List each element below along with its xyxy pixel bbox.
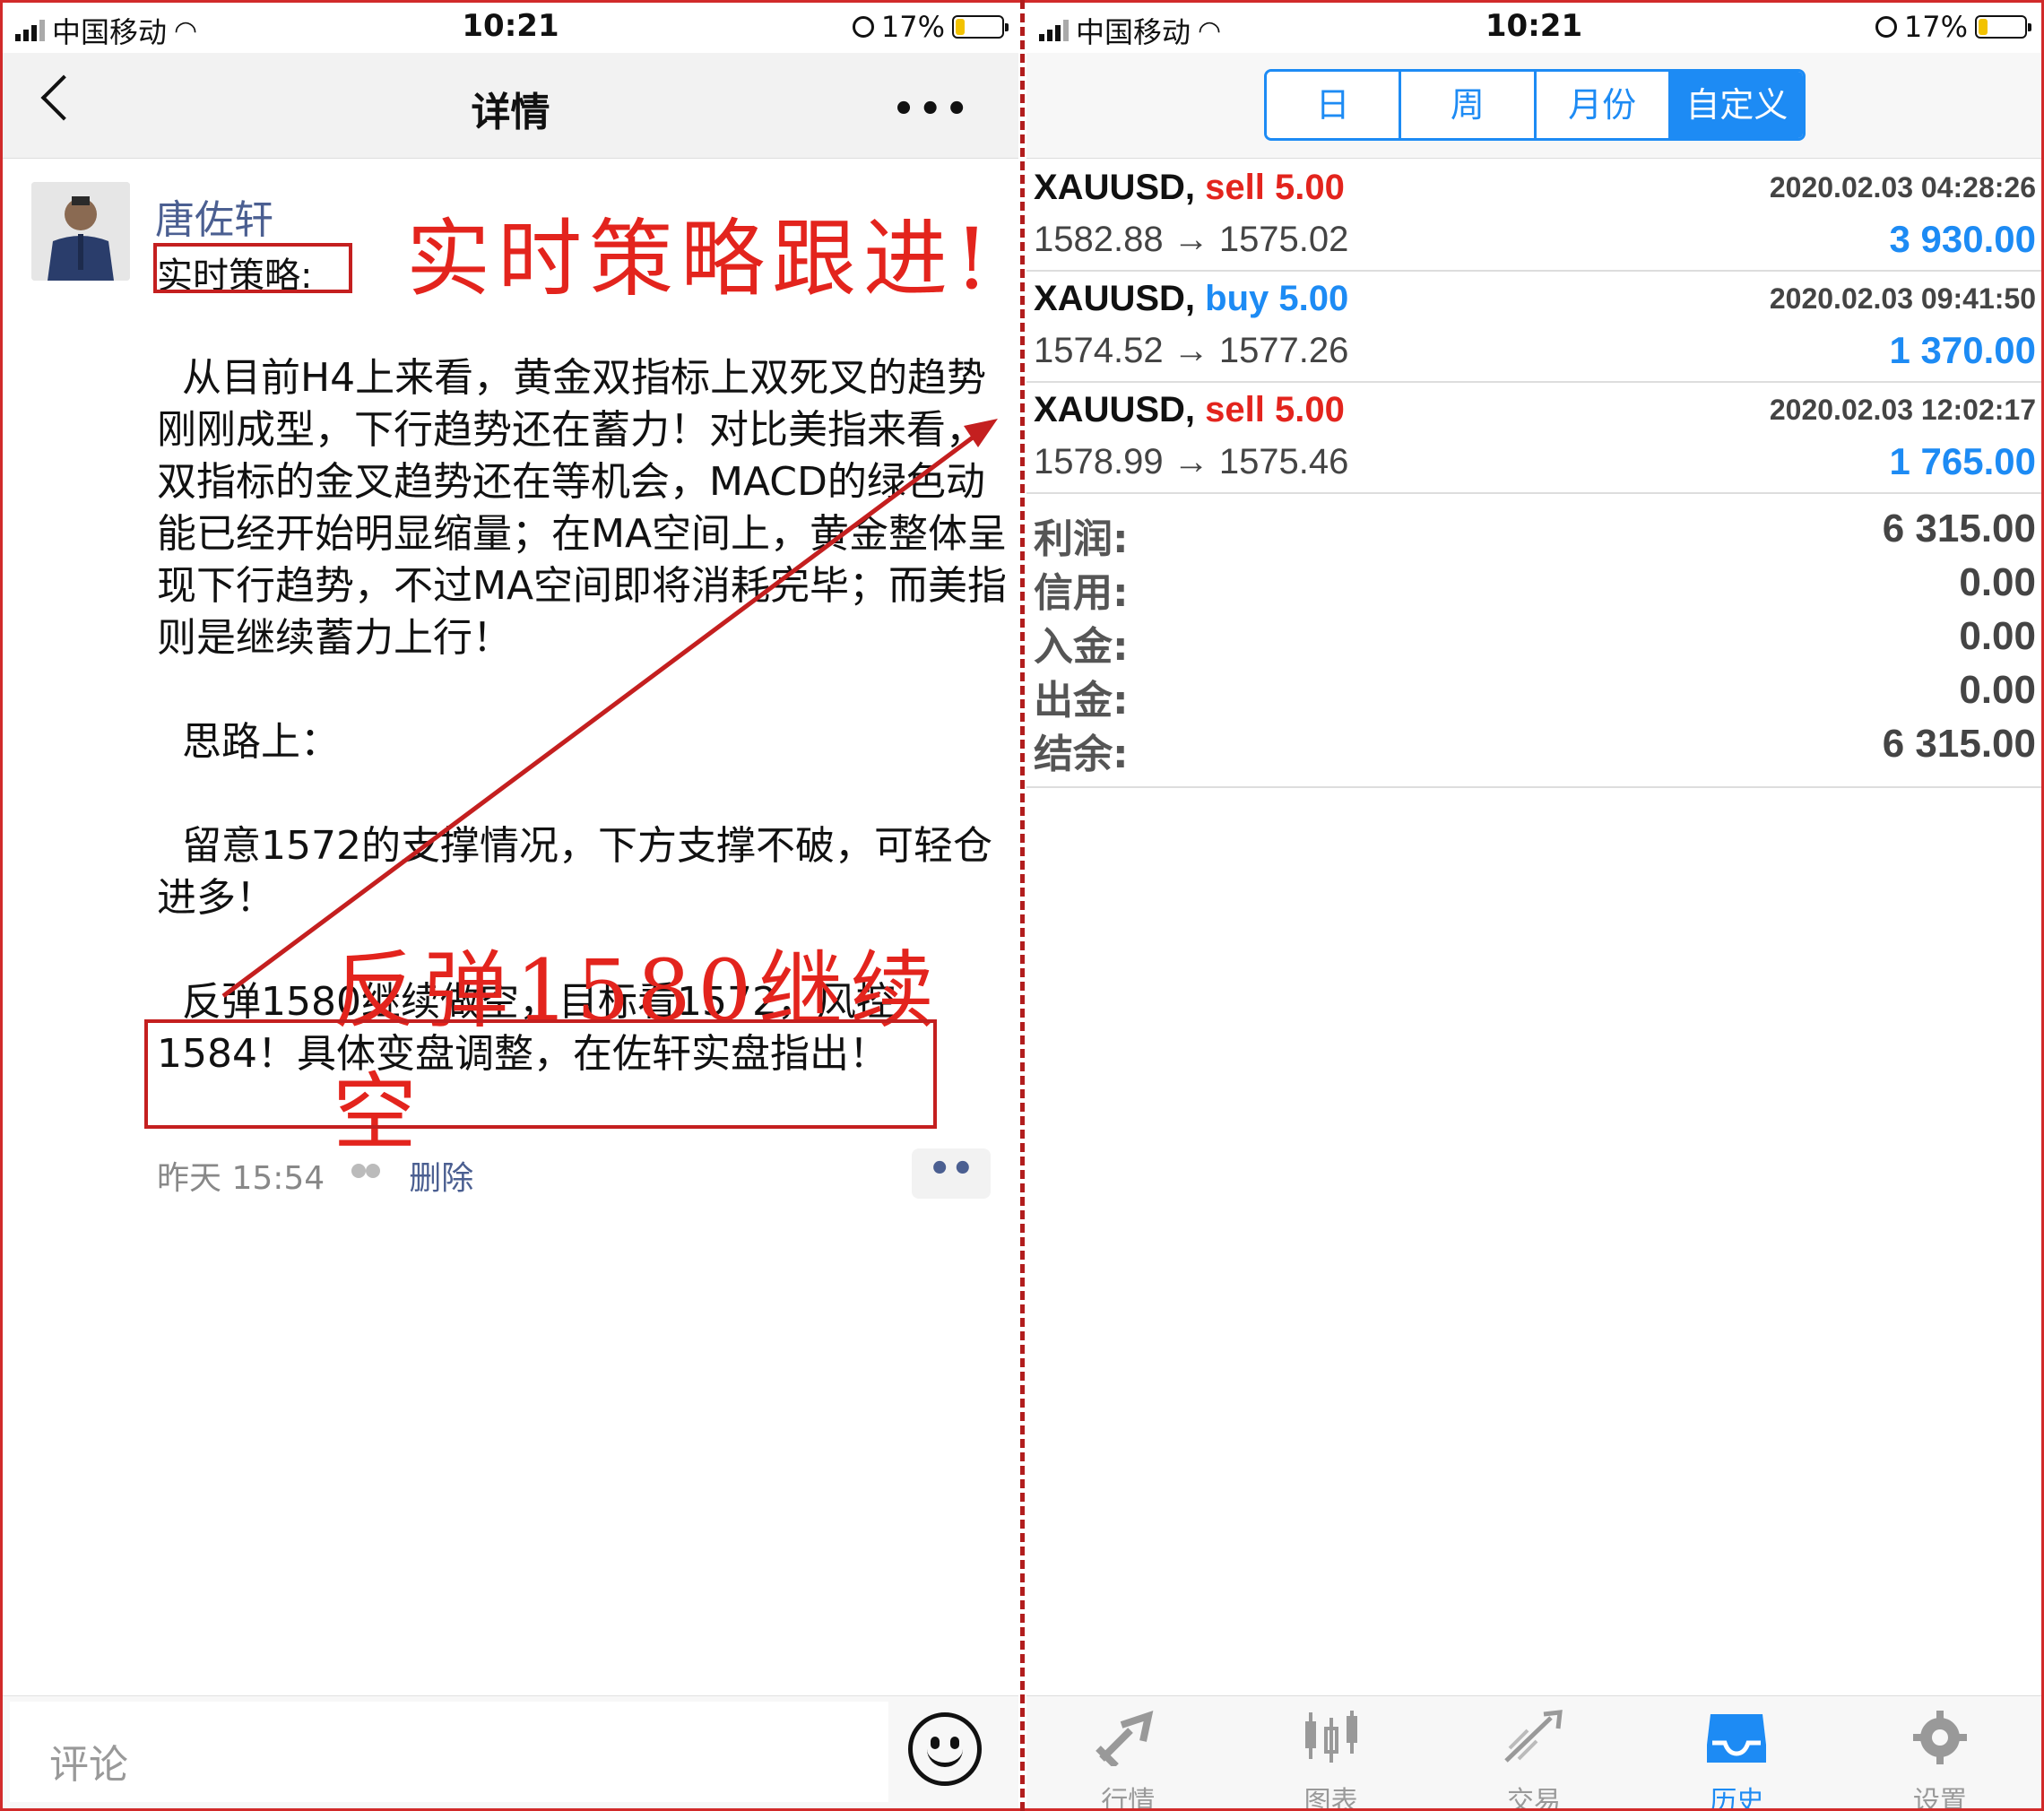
trade-row[interactable]: XAUUSD, sell 5.00 2020.02.03 04:28:26 15… xyxy=(1026,160,2041,272)
post-paragraph: 思路上： xyxy=(157,719,340,765)
chart-icon xyxy=(1304,1711,1357,1763)
segment-custom[interactable]: 自定义 xyxy=(1670,72,1803,138)
battery-icon xyxy=(952,15,1009,39)
post-paragraph: 从目前H4上来看，黄金双指标上双死叉的趋势刚刚成型，下行趋势还在蓄力！对比美指来… xyxy=(157,355,1008,661)
trade-profit: 3 930.00 xyxy=(1889,218,2037,260)
status-bar: 中国移动 ◠ 10:21 17% xyxy=(3,3,1018,53)
tab-settings[interactable]: 设置 xyxy=(1839,1696,2041,1808)
comment-input[interactable]: 评论 xyxy=(10,1702,888,1802)
like-comment-button[interactable]: •• xyxy=(912,1148,991,1199)
trade-date: 2020.02.03 12:02:17 xyxy=(1769,394,2036,426)
tab-quotes[interactable]: 行情 xyxy=(1026,1696,1229,1808)
emoji-icon[interactable] xyxy=(908,1712,982,1786)
trade-prices: 1578.99 → 1575.46 xyxy=(1034,442,1349,481)
trade-icon xyxy=(1504,1710,1563,1763)
summary-row-balance: 结余: 6 315.00 xyxy=(1034,722,2036,777)
bottom-tab-bar: 行情 图表 交易 历史 设置 xyxy=(1026,1695,2041,1808)
segment-week[interactable]: 周 xyxy=(1401,72,1537,138)
settings-icon xyxy=(1912,1711,1967,1764)
comment-bar: 评论 xyxy=(3,1695,1018,1808)
trade-side: sell xyxy=(1205,390,1265,429)
account-summary: 利润: 6 315.00 信用: 0.00 入金: 0.00 出金: 0.00 … xyxy=(1026,499,2041,788)
right-panel: 中国移动 ◠ 10:21 17% 日 周 月份 自定义 XAUUSD, sell… xyxy=(1026,3,2041,1808)
trade-side: sell xyxy=(1205,168,1265,207)
post-meta: 昨天 15:54 删除 xyxy=(157,1152,473,1199)
tab-history[interactable]: 历史 xyxy=(1635,1696,1838,1808)
summary-row-credit: 信用: 0.00 xyxy=(1034,560,2036,616)
panel-divider xyxy=(1020,0,1025,1811)
trade-symbol: XAUUSD, xyxy=(1034,390,1196,429)
trade-row[interactable]: XAUUSD, sell 5.00 2020.02.03 12:02:17 15… xyxy=(1026,383,2041,494)
highlight-box xyxy=(144,1019,937,1129)
delete-link[interactable]: 删除 xyxy=(409,1152,473,1199)
trade-profit: 1 765.00 xyxy=(1889,440,2037,482)
period-segmented-control: 日 周 月份 自定义 xyxy=(1264,69,1806,141)
status-bar: 中国移动 ◠ 10:21 17% xyxy=(1026,3,2041,53)
post-time: 昨天 15:54 xyxy=(157,1160,325,1197)
nav-bar: 详情 ••• xyxy=(3,53,1018,159)
trade-side: buy xyxy=(1205,279,1269,318)
trade-list: XAUUSD, sell 5.00 2020.02.03 04:28:26 15… xyxy=(1026,160,2041,494)
battery-percent: 17% xyxy=(1903,10,1968,44)
history-icon xyxy=(1707,1714,1767,1763)
highlight-box xyxy=(153,243,352,293)
battery-icon xyxy=(1975,15,2031,39)
summary-row-deposit: 入金: 0.00 xyxy=(1034,614,2036,670)
post-paragraph: 留意1572的支撑情况，下方支撑不破，可轻仓进多！ xyxy=(157,823,992,921)
period-selector-bar: 日 周 月份 自定义 xyxy=(1026,53,2041,159)
more-options-icon[interactable]: ••• xyxy=(892,89,972,130)
trade-symbol: XAUUSD, xyxy=(1034,279,1196,318)
rotation-lock-icon xyxy=(1875,16,1897,38)
trade-date: 2020.02.03 09:41:50 xyxy=(1769,282,2036,315)
avatar[interactable] xyxy=(31,182,130,281)
segment-day[interactable]: 日 xyxy=(1267,72,1402,138)
summary-row-profit: 利润: 6 315.00 xyxy=(1034,507,2036,562)
trade-profit: 1 370.00 xyxy=(1889,329,2037,371)
tab-chart[interactable]: 图表 xyxy=(1229,1696,1432,1808)
trade-prices: 1574.52 → 1577.26 xyxy=(1034,331,1349,370)
trade-symbol: XAUUSD, xyxy=(1034,168,1196,207)
battery-percent: 17% xyxy=(880,10,945,44)
visibility-icon xyxy=(350,1164,384,1187)
quotes-icon xyxy=(1096,1710,1154,1766)
trade-lots: 5.00 xyxy=(1275,168,1345,207)
trade-row[interactable]: XAUUSD, buy 5.00 2020.02.03 09:41:50 157… xyxy=(1026,272,2041,383)
annotation-top: 实时策略跟进! xyxy=(406,211,996,308)
trade-lots: 5.00 xyxy=(1278,279,1349,318)
trade-lots: 5.00 xyxy=(1275,390,1345,429)
trade-date: 2020.02.03 04:28:26 xyxy=(1769,171,2036,204)
trade-prices: 1582.88 → 1575.02 xyxy=(1034,220,1349,259)
rotation-lock-icon xyxy=(852,16,874,38)
tab-trade[interactable]: 交易 xyxy=(1433,1696,1635,1808)
author-name[interactable]: 唐佐轩 xyxy=(155,187,273,245)
page-title: 详情 xyxy=(471,90,550,135)
segment-month[interactable]: 月份 xyxy=(1536,72,1671,138)
summary-row-withdrawal: 出金: 0.00 xyxy=(1034,668,2036,724)
left-panel: 中国移动 ◠ 10:21 17% 详情 ••• 唐佐轩 实时策略: 实时策略跟进… xyxy=(3,3,1018,1808)
